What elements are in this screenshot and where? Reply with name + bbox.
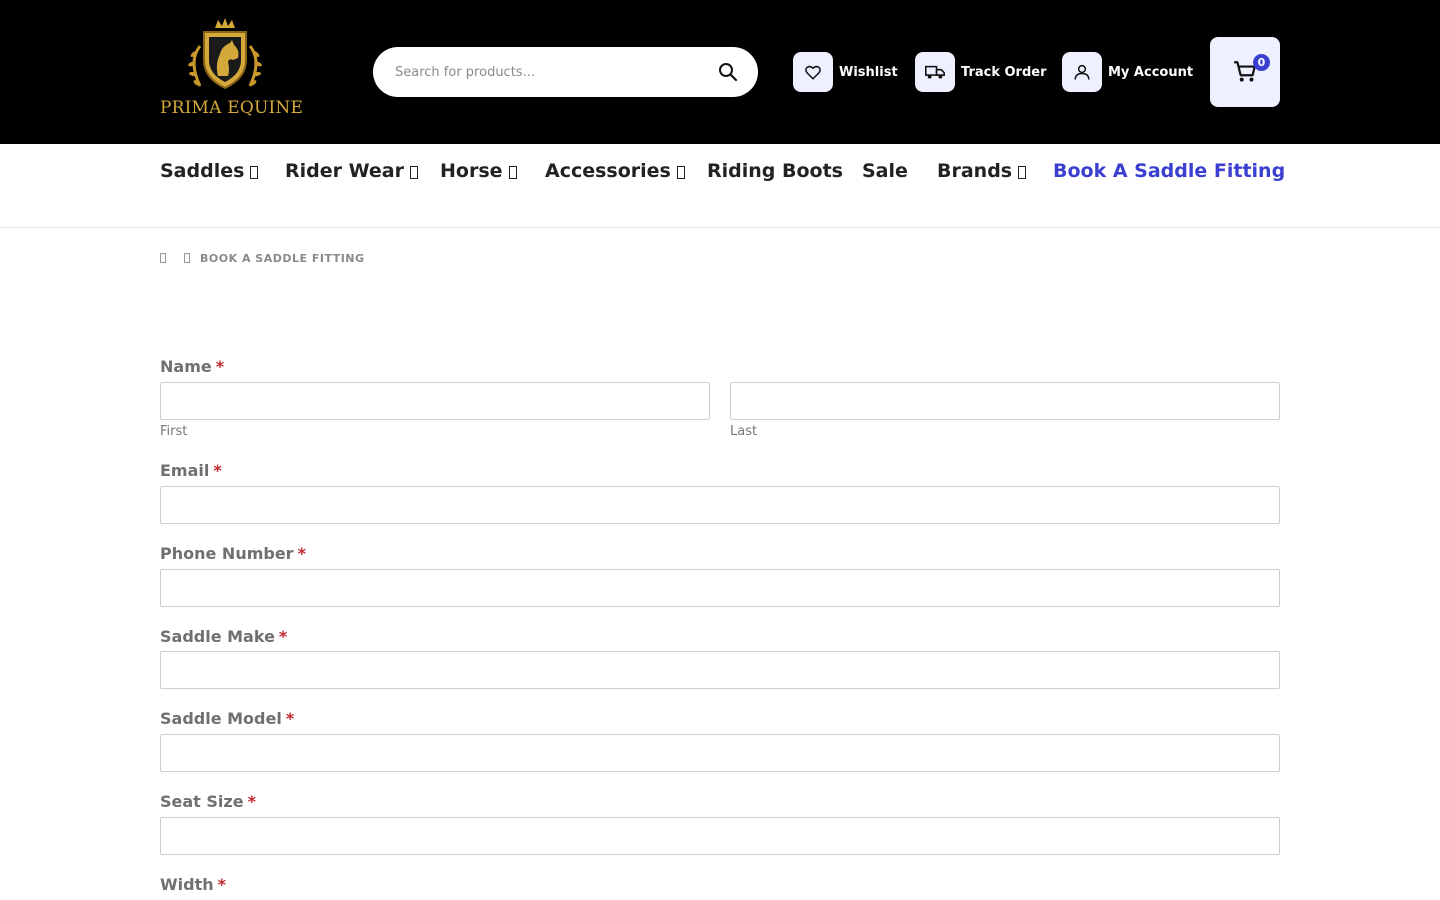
- chevron-down-icon: [676, 166, 685, 179]
- my-account-label: My Account: [1108, 64, 1194, 80]
- last-name-field[interactable]: [730, 382, 1280, 420]
- home-icon[interactable]: [160, 253, 166, 263]
- required-mark: *: [215, 357, 225, 376]
- phone-input[interactable]: [161, 570, 1279, 606]
- horse-crest-icon: [188, 18, 262, 90]
- nav-label: Rider Wear: [285, 160, 404, 182]
- saddle-model-label: Saddle Model *: [160, 709, 295, 728]
- width-label: Width *: [160, 875, 226, 894]
- first-name-field[interactable]: [160, 382, 710, 420]
- first-sublabel: First: [160, 424, 188, 439]
- email-field[interactable]: [160, 486, 1280, 524]
- wishlist-label: Wishlist: [839, 64, 898, 80]
- site-header: PRIMA EQUINE Wishlist Track Order My Acc…: [0, 0, 1440, 144]
- cart-button[interactable]: 0: [1210, 37, 1280, 107]
- name-label: Name *: [160, 357, 225, 376]
- track-order-label: Track Order: [961, 64, 1047, 80]
- nav-item-riding-boots[interactable]: Riding Boots: [707, 160, 843, 182]
- chevron-right-icon: [184, 253, 190, 263]
- brand-logo[interactable]: PRIMA EQUINE: [160, 16, 304, 128]
- breadcrumb-current: BOOK A SADDLE FITTING: [200, 251, 365, 265]
- nav-label: Brands: [937, 160, 1013, 182]
- nav-label: Riding Boots: [707, 160, 843, 182]
- wishlist-link[interactable]: Wishlist: [793, 52, 898, 92]
- phone-field[interactable]: [160, 569, 1280, 607]
- user-icon: [1062, 52, 1102, 92]
- nav-label: Accessories: [545, 160, 671, 182]
- nav-item-horse[interactable]: Horse: [440, 160, 517, 182]
- email-input[interactable]: [161, 487, 1279, 523]
- saddle-make-label: Saddle Make *: [160, 627, 288, 646]
- nav-item-saddles[interactable]: Saddles: [160, 160, 259, 182]
- required-mark: *: [278, 627, 288, 646]
- nav-label: Saddles: [160, 160, 245, 182]
- seat-size-field[interactable]: [160, 817, 1280, 855]
- heart-icon: [793, 52, 833, 92]
- cart-count-badge: 0: [1253, 54, 1270, 71]
- last-sublabel: Last: [730, 424, 758, 439]
- email-label: Email *: [160, 461, 222, 480]
- required-mark: *: [285, 709, 295, 728]
- track-order-link[interactable]: Track Order: [915, 52, 1047, 92]
- seat-size-input[interactable]: [161, 818, 1279, 854]
- first-name-input[interactable]: [161, 383, 709, 419]
- saddle-model-field[interactable]: [160, 734, 1280, 772]
- truck-icon: [915, 52, 955, 92]
- breadcrumb: BOOK A SADDLE FITTING: [160, 250, 365, 266]
- chevron-down-icon: [250, 166, 259, 179]
- required-mark: *: [297, 544, 306, 563]
- chevron-down-icon: [1018, 166, 1027, 179]
- nav-item-brands[interactable]: Brands: [937, 160, 1027, 182]
- nav-label: Sale: [862, 160, 908, 182]
- search-input[interactable]: [393, 59, 693, 85]
- required-mark: *: [247, 792, 256, 811]
- required-mark: *: [217, 875, 226, 894]
- nav-item-rider-wear[interactable]: Rider Wear: [285, 160, 418, 182]
- search-bar: [373, 47, 758, 97]
- last-name-input[interactable]: [731, 383, 1279, 419]
- chevron-down-icon: [409, 166, 418, 179]
- my-account-link[interactable]: My Account: [1062, 52, 1193, 92]
- search-icon: [719, 63, 738, 82]
- search-button[interactable]: [716, 60, 740, 84]
- seat-size-label: Seat Size *: [160, 792, 256, 811]
- nav-label: Book A Saddle Fitting: [1053, 160, 1286, 182]
- chevron-down-icon: [508, 166, 517, 179]
- saddle-make-input[interactable]: [161, 652, 1279, 688]
- phone-label: Phone Number *: [160, 544, 306, 563]
- main-nav: Saddles Rider Wear Horse Accessories Rid…: [0, 144, 1440, 228]
- nav-label: Horse: [440, 160, 503, 182]
- brand-name: PRIMA EQUINE: [160, 98, 304, 118]
- nav-item-accessories[interactable]: Accessories: [545, 160, 685, 182]
- nav-item-book-saddle-fitting[interactable]: Book A Saddle Fitting: [1053, 160, 1285, 182]
- saddle-model-input[interactable]: [161, 735, 1279, 771]
- required-mark: *: [213, 461, 222, 480]
- nav-item-sale[interactable]: Sale: [862, 160, 908, 182]
- saddle-make-field[interactable]: [160, 651, 1280, 689]
